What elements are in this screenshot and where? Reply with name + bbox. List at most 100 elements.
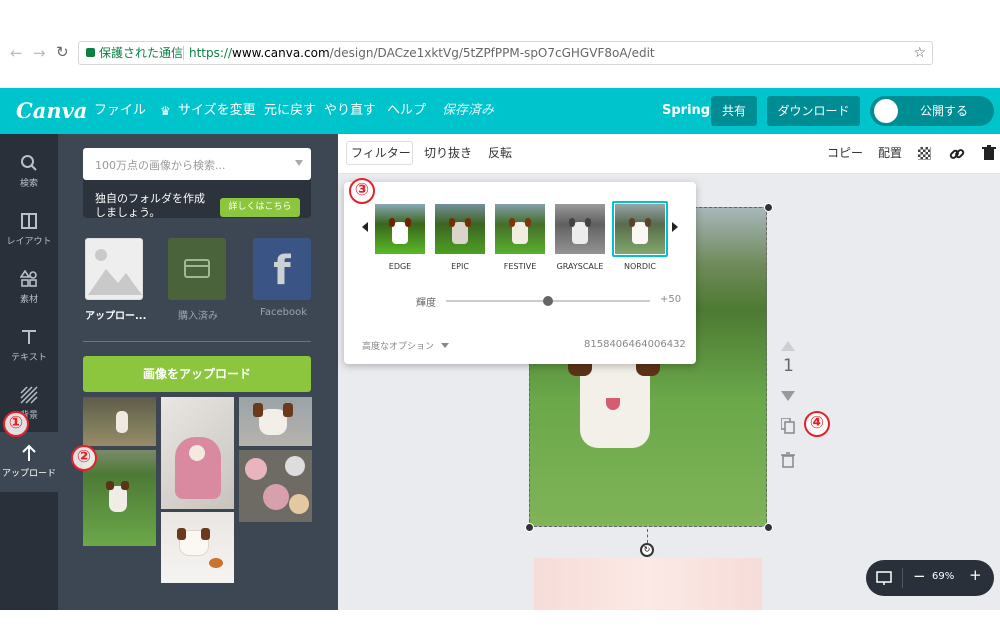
next-page-preview[interactable]: [534, 558, 762, 610]
search-placeholder: 100万点の画像から検索...: [95, 159, 226, 172]
upload-image-button[interactable]: 画像をアップロード: [83, 356, 311, 392]
menu-undo[interactable]: 元に戻す: [264, 88, 316, 134]
copy-button[interactable]: コピー: [827, 144, 863, 161]
secure-label: 保護された通信: [99, 46, 184, 60]
annotation-marker-1: ①: [3, 411, 29, 437]
transparency-icon[interactable]: [918, 147, 931, 160]
filter-button[interactable]: フィルター: [351, 144, 411, 161]
team-name[interactable]: Spring: [662, 88, 710, 134]
annotation-marker-4: ④: [804, 411, 830, 437]
filter-thumb-festive[interactable]: [495, 204, 545, 254]
sidebar-item-layout[interactable]: レイアウト: [0, 200, 58, 258]
menu-file[interactable]: ファイル: [94, 88, 146, 134]
image-placeholder-icon: [88, 249, 142, 295]
source-label-facebook[interactable]: Facebook: [260, 307, 307, 318]
promo-text: 独自のフォルダを作成 しましょう。: [95, 192, 205, 219]
menu-help[interactable]: ヘルプ: [387, 88, 426, 134]
brightness-slider-knob[interactable]: [543, 296, 553, 306]
publish-toggle[interactable]: 公開する: [870, 96, 994, 126]
filter-label-epic: EPIC: [451, 262, 469, 271]
source-divider: [83, 341, 311, 342]
reload-icon[interactable]: ↻: [56, 43, 69, 61]
filter-thumb-epic[interactable]: [435, 204, 485, 254]
uploads-panel: 独自のフォルダを作成 しましょう。 詳しくはこちら 100万点の画像から検索...…: [58, 134, 338, 610]
sidebar-label-elements: 素材: [19, 295, 38, 305]
url-bar[interactable]: 保護された通信 https://www.canva.com/design/DAC…: [78, 41, 933, 65]
filter-label-edge: EDGE: [388, 262, 412, 271]
sidebar-item-search[interactable]: 検索: [0, 142, 58, 200]
advanced-options-toggle[interactable]: 高度なオプション: [362, 339, 434, 352]
duplicate-page-icon[interactable]: [780, 417, 795, 434]
filter-prev-arrow-icon[interactable]: [362, 222, 368, 232]
flip-button[interactable]: 反転: [488, 144, 512, 161]
dropdown-caret-icon[interactable]: [295, 160, 303, 166]
text-icon: [22, 330, 36, 344]
resize-handle[interactable]: [764, 203, 773, 212]
share-button[interactable]: 共有: [711, 96, 757, 126]
uploaded-image-thumb[interactable]: [239, 450, 312, 522]
sidebar-item-uploads[interactable]: アップロード: [0, 432, 58, 492]
rotate-handle-icon[interactable]: ↻: [640, 543, 654, 557]
back-arrow-icon[interactable]: ←: [10, 44, 23, 62]
filter-label-nordic: NORDIC: [624, 262, 656, 271]
uploaded-image-thumb[interactable]: [83, 397, 156, 446]
brightness-value: +50: [660, 294, 682, 305]
upload-source-tile[interactable]: [85, 238, 143, 300]
advanced-caret-icon[interactable]: [441, 343, 449, 348]
trash-icon[interactable]: [982, 145, 996, 161]
resize-handle[interactable]: [764, 523, 773, 532]
filter-label-grayscale: GRAYSCALE: [556, 262, 604, 271]
zoom-in-button[interactable]: +: [969, 566, 982, 584]
uploaded-image-thumb[interactable]: [239, 397, 312, 446]
delete-page-icon[interactable]: [781, 452, 795, 468]
annotation-marker-2: ②: [71, 445, 97, 471]
zoom-level[interactable]: 69%: [932, 571, 954, 582]
move-page-down-icon[interactable]: [781, 386, 795, 401]
resize-handle[interactable]: [525, 523, 534, 532]
source-label-purchased[interactable]: 購入済み: [178, 307, 218, 322]
canva-logo[interactable]: Canva: [16, 88, 87, 134]
bookmark-star-icon[interactable]: ☆: [913, 42, 926, 64]
link-icon[interactable]: [949, 146, 965, 162]
tool-sidebar: 検索 レイアウト 素材 テキスト 背景 アップロード: [0, 134, 58, 610]
filter-thumb-nordic[interactable]: [615, 204, 665, 254]
arrange-button[interactable]: 配置: [878, 144, 902, 161]
facebook-source-tile[interactable]: f: [253, 238, 311, 300]
filter-code: 8158406464006432: [584, 339, 686, 350]
sidebar-item-text[interactable]: テキスト: [0, 316, 58, 374]
menu-resize[interactable]: サイズを変更: [178, 88, 256, 134]
toggle-knob: [874, 99, 898, 123]
sidebar-label-text: テキスト: [11, 353, 47, 363]
credit-card-icon: [184, 259, 210, 278]
presentation-icon[interactable]: [876, 570, 892, 586]
filter-thumb-grayscale[interactable]: [555, 204, 605, 254]
purchased-source-tile[interactable]: [168, 238, 226, 300]
sidebar-label-search: 検索: [19, 179, 38, 189]
upload-arrow-icon: [22, 444, 36, 461]
uploaded-image-thumb[interactable]: [161, 512, 234, 583]
annotation-marker-3: ③: [349, 178, 375, 204]
image-search-input[interactable]: 100万点の画像から検索...: [83, 148, 311, 180]
layout-icon: [21, 213, 37, 229]
uploaded-image-thumb[interactable]: [161, 397, 234, 509]
menu-redo[interactable]: やり直す: [324, 88, 376, 134]
filter-thumb-edge[interactable]: [375, 204, 425, 254]
app-header: Canva ファイル ♛ サイズを変更 元に戻す やり直す ヘルプ 保存済み S…: [0, 88, 1000, 134]
facebook-icon: f: [273, 248, 291, 294]
crown-icon: ♛: [160, 104, 171, 118]
zoom-out-button[interactable]: −: [913, 567, 926, 585]
sidebar-item-elements[interactable]: 素材: [0, 258, 58, 316]
background-pattern-icon: [20, 386, 38, 404]
download-button[interactable]: ダウンロード: [767, 96, 860, 126]
browser-chrome: ← → ↻ 保護された通信 https://www.canva.com/desi…: [0, 0, 1000, 88]
crop-button[interactable]: 切り抜き: [424, 144, 472, 161]
move-page-up-icon[interactable]: [781, 336, 795, 351]
search-icon: [21, 155, 37, 171]
source-label-uploads[interactable]: アップロー...: [85, 307, 146, 322]
lock-icon: [86, 48, 95, 57]
shapes-icon: [20, 270, 37, 287]
page-bottom-margin: [0, 610, 1000, 640]
learn-more-button[interactable]: 詳しくはこちら: [220, 198, 300, 217]
filter-next-arrow-icon[interactable]: [672, 222, 678, 232]
forward-arrow-icon[interactable]: →: [33, 44, 46, 62]
